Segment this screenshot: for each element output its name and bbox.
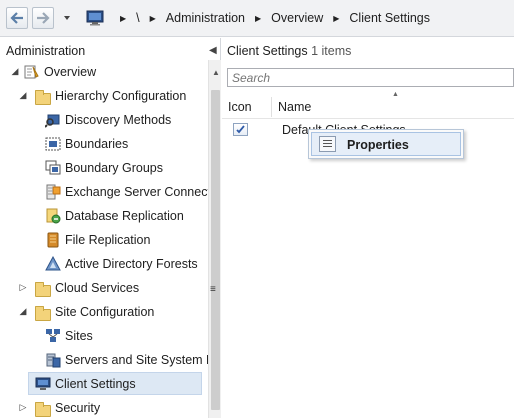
tree-item-label: Boundaries [65,137,129,151]
breadcrumb-separator-icon: ▶ [120,13,127,23]
tree-item-label: Sites [65,329,93,343]
navigation-scrollbar[interactable]: ▲ [208,60,221,418]
folder-icon [35,90,51,105]
search-input[interactable] [228,69,513,86]
back-button[interactable] [6,7,28,29]
column-header-icon[interactable]: Icon [222,97,272,117]
forward-button[interactable] [32,7,54,29]
address-bar: ▶ \ ▶ Administration ▶ Overview ▶ Client… [0,0,514,37]
results-title-text: Client Settings [227,44,308,58]
folder-icon [35,306,51,321]
column-header-name[interactable]: Name [273,97,514,117]
breadcrumb-client-settings[interactable]: Client Settings [349,11,430,25]
breadcrumb-administration[interactable]: Administration [166,11,245,25]
exchange-connector-icon [45,184,61,200]
tree-item-security[interactable]: ▷ Security [18,397,100,418]
tree-item-label: Exchange Server Connecto [65,185,208,199]
expanded-triangle-icon[interactable]: ◢ [18,306,28,317]
database-replication-icon [45,208,61,224]
splitter-grip-icon[interactable]: ≡ [210,284,216,295]
tree-item-label: Servers and Site System Ro [65,353,208,367]
search-box[interactable] [227,68,514,87]
tree-item-label: Hierarchy Configuration [55,89,187,103]
tree-item-client-settings[interactable]: Client Settings [28,372,202,395]
tree-item-file-replication[interactable]: File Replication [45,229,150,251]
tree-item-label: Site Configuration [55,305,155,319]
results-title: Client Settings 1 items [227,44,351,58]
boundaries-icon [45,136,61,152]
folder-icon [35,282,51,297]
tree-item-boundaries[interactable]: Boundaries [45,133,128,155]
tree-item-servers-and-site-system-roles[interactable]: Servers and Site System Ro [45,349,208,371]
tree-item-discovery-methods[interactable]: Discovery Methods [44,109,172,131]
breadcrumb-overview[interactable]: Overview [271,11,323,25]
breadcrumb: ▶ \ ▶ Administration ▶ Overview ▶ Client… [86,8,430,28]
results-pane: Client Settings 1 items ▲ Icon Name Defa… [222,38,514,418]
expanded-triangle-icon[interactable]: ◢ [18,90,28,101]
tree-item-boundary-groups[interactable]: Boundary Groups [45,157,163,179]
tree-item-site-configuration[interactable]: ◢ Site Configuration [18,301,154,323]
tree-item-overview[interactable]: ◢ Overview [10,61,97,83]
console-computer-icon [86,10,104,26]
file-replication-icon [45,232,61,248]
discovery-methods-icon [44,112,61,128]
tree-item-exchange-server-connector[interactable]: Exchange Server Connecto [45,181,208,203]
active-directory-forests-icon [45,255,61,272]
tree-item-active-directory-forests[interactable]: Active Directory Forests [45,253,198,275]
scroll-up-icon[interactable]: ▲ [212,68,220,77]
breadcrumb-separator-icon: ▶ [255,13,262,23]
overview-icon [24,64,40,80]
back-arrow-icon [10,12,23,24]
tree-item-label: Security [55,401,101,415]
tree-item-label: Client Settings [55,376,136,391]
collapse-pane-icon[interactable]: ◀ [209,45,217,56]
navigation-tree: ◢ Overview ◢ Hierarchy Configuration Dis… [0,60,208,418]
folder-icon [35,402,51,417]
breadcrumb-separator-icon: ▶ [333,13,340,23]
tree-item-cloud-services[interactable]: ▷ Cloud Services [18,277,139,299]
menu-item-properties[interactable]: Properties [311,132,461,156]
header-divider [222,118,514,119]
context-menu: Properties [308,129,464,159]
tree-item-label: Discovery Methods [65,113,172,127]
tree-item-label: File Replication [65,233,151,247]
client-settings-item-icon [233,123,248,136]
expanded-triangle-icon[interactable]: ◢ [10,66,20,77]
breadcrumb-separator-icon: ▶ [149,13,156,23]
boundary-groups-icon [45,160,61,176]
collapsed-triangle-icon[interactable]: ▷ [18,402,28,413]
properties-icon [319,136,336,152]
sites-icon [45,328,61,344]
tree-item-sites[interactable]: Sites [45,325,93,347]
navigation-pane: Administration ◀ ◢ Overview ◢ Hierarchy … [0,38,221,418]
navigation-title: Administration [6,44,86,58]
client-settings-icon [35,376,51,392]
breadcrumb-root[interactable]: \ [136,11,139,25]
tree-item-label: Database Replication [65,209,184,223]
tree-item-hierarchy-configuration[interactable]: ◢ Hierarchy Configuration [18,85,186,107]
tree-item-label: Cloud Services [55,281,140,295]
results-count: 1 items [311,44,352,58]
tree-item-database-replication[interactable]: Database Replication [45,205,184,227]
chevron-down-icon[interactable] [62,13,72,23]
tree-item-label: Overview [44,65,97,79]
forward-arrow-icon [37,12,50,24]
tree-item-label: Boundary Groups [65,161,163,175]
menu-item-label: Properties [347,138,409,152]
scrollbar-thumb[interactable] [211,90,220,410]
servers-icon [45,352,61,368]
tree-item-label: Active Directory Forests [65,257,198,271]
collapsed-triangle-icon[interactable]: ▷ [18,282,28,293]
